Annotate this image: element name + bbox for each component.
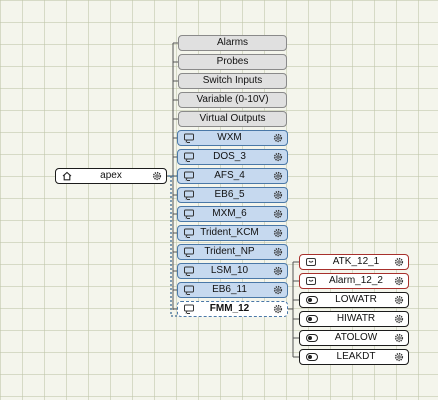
module-wxm-label: WXM — [217, 132, 242, 143]
module-trident-kcm[interactable]: Trident_KCM — [177, 225, 288, 241]
category-probes-label: Probes — [216, 56, 249, 67]
module-dos-3[interactable]: DOS_3 — [177, 149, 288, 165]
module-trident-kcm-label: Trident_KCM — [200, 227, 259, 238]
module-eb6-11-label: EB6_11 — [212, 284, 247, 295]
category-virtual-outputs[interactable]: Virtual Outputs — [178, 111, 287, 127]
category-alarms[interactable]: Alarms — [178, 35, 287, 51]
category-switch-inputs[interactable]: Switch Inputs — [178, 73, 287, 89]
alarm-atk-12-1[interactable]: ATK_12_1 — [299, 254, 409, 270]
input-atolow[interactable]: ATOLOW — [299, 330, 409, 346]
input-leakdt[interactable]: LEAKDT — [299, 349, 409, 365]
category-alarms-label: Alarms — [216, 37, 249, 48]
module-trident-np[interactable]: Trident_NP — [177, 244, 288, 260]
module-fmm-12-label: FMM_12 — [209, 303, 250, 314]
apex-label: apex — [100, 170, 122, 181]
input-lowatr-label: LOWATR — [335, 294, 377, 305]
module-mxm-6-label: MXM_6 — [212, 208, 247, 219]
module-eb6-5[interactable]: EB6_5 — [177, 187, 288, 203]
category-variable-0-10v-[interactable]: Variable (0-10V) — [178, 92, 287, 108]
module-mxm-6[interactable]: MXM_6 — [177, 206, 288, 222]
module-eb6-11[interactable]: EB6_11 — [177, 282, 288, 298]
alarm-alarm-12-2[interactable]: Alarm_12_2 — [299, 273, 409, 289]
apex-node[interactable]: apex — [55, 168, 167, 184]
module-lsm-10-label: LSM_10 — [210, 265, 249, 276]
module-eb6-5-label: EB6_5 — [214, 189, 245, 200]
category-switch-inputs-label: Switch Inputs — [202, 75, 263, 86]
module-wxm[interactable]: WXM — [177, 130, 288, 146]
module-afs-4-label: AFS_4 — [214, 170, 245, 181]
category-variable-0-10v--label: Variable (0-10V) — [196, 94, 269, 105]
module-trident-np-label: Trident_NP — [204, 246, 255, 257]
input-atolow-label: ATOLOW — [334, 332, 378, 343]
module-afs-4[interactable]: AFS_4 — [177, 168, 288, 184]
gear-icon[interactable] — [152, 171, 162, 181]
alarm-alarm-12-2-label: Alarm_12_2 — [329, 275, 383, 286]
module-lsm-10[interactable]: LSM_10 — [177, 263, 288, 279]
input-lowatr[interactable]: LOWATR — [299, 292, 409, 308]
category-virtual-outputs-label: Virtual Outputs — [199, 113, 266, 124]
input-leakdt-label: LEAKDT — [336, 351, 376, 362]
category-probes[interactable]: Probes — [178, 54, 287, 70]
input-hiwatr[interactable]: HIWATR — [299, 311, 409, 327]
module-fmm-12[interactable]: FMM_12 — [177, 301, 288, 317]
module-dos-3-label: DOS_3 — [213, 151, 246, 162]
input-hiwatr-label: HIWATR — [336, 313, 376, 324]
alarm-atk-12-1-label: ATK_12_1 — [332, 256, 380, 267]
